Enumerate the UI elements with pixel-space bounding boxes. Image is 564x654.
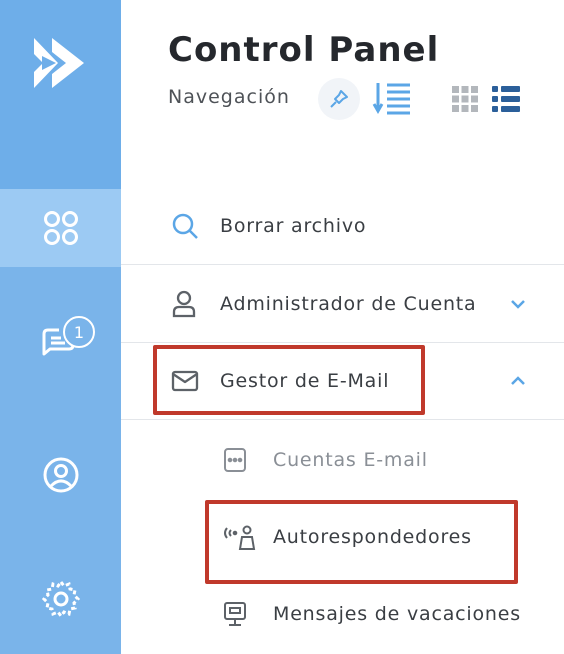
page-title: Control Panel (168, 30, 440, 70)
apps-grid-icon (43, 211, 78, 245)
notification-badge: 1 (63, 316, 95, 348)
submenu-item-label: Cuentas E-mail (273, 448, 428, 471)
rail-item-profile[interactable] (0, 436, 121, 514)
search-icon (172, 213, 198, 239)
envelope-icon (171, 370, 199, 391)
chevron-up-icon[interactable] (510, 375, 526, 386)
menu-item-label: Borrar archivo (220, 214, 367, 237)
submenu-item-label: Mensajes de vacaciones (273, 602, 521, 625)
logo[interactable] (0, 0, 121, 189)
side-rail: 1 (0, 0, 121, 654)
pin-button[interactable] (318, 78, 360, 120)
menu-item-gestor-de-email[interactable]: Gestor de E-Mail (121, 342, 564, 420)
chevron-down-icon[interactable] (510, 299, 526, 309)
sort-button[interactable] (372, 80, 412, 116)
menu-item-label: Gestor de E-Mail (220, 369, 390, 392)
user-icon (172, 290, 196, 317)
rail-item-apps[interactable] (0, 189, 121, 267)
user-circle-icon (43, 457, 78, 493)
rail-item-messages[interactable] (0, 305, 121, 383)
submenu-item-label: Autorespondedores (273, 525, 472, 548)
rail-item-settings[interactable] (0, 560, 121, 638)
grid-view-button[interactable] (452, 86, 478, 112)
submenu-item-mensajes-de-vacaciones[interactable]: Mensajes de vacaciones (121, 575, 564, 652)
section-subtitle: Navegación (168, 86, 290, 108)
submenu-item-autorespondedores[interactable]: Autorespondedores (121, 498, 564, 575)
vacation-message-icon (224, 601, 246, 626)
pin-icon (330, 90, 348, 108)
menu-item-administrador-de-cuenta[interactable]: Administrador de Cuenta (121, 265, 564, 343)
autoresponder-icon (224, 525, 256, 550)
email-accounts-icon (224, 447, 246, 472)
submenu-item-cuentas-email[interactable]: Cuentas E-mail (121, 421, 564, 498)
menu-item-borrar-archivo[interactable]: Borrar archivo (121, 187, 564, 265)
sort-list-icon (372, 83, 410, 115)
control-panel-app: 1 Control Panel Navegación Borrar archiv… (0, 0, 564, 654)
menu-item-label: Administrador de Cuenta (220, 292, 477, 315)
grid-view-icon (452, 86, 478, 112)
gear-icon (41, 579, 80, 619)
list-view-icon (492, 86, 520, 112)
logo-icon (34, 38, 84, 88)
list-view-button[interactable] (492, 86, 520, 112)
